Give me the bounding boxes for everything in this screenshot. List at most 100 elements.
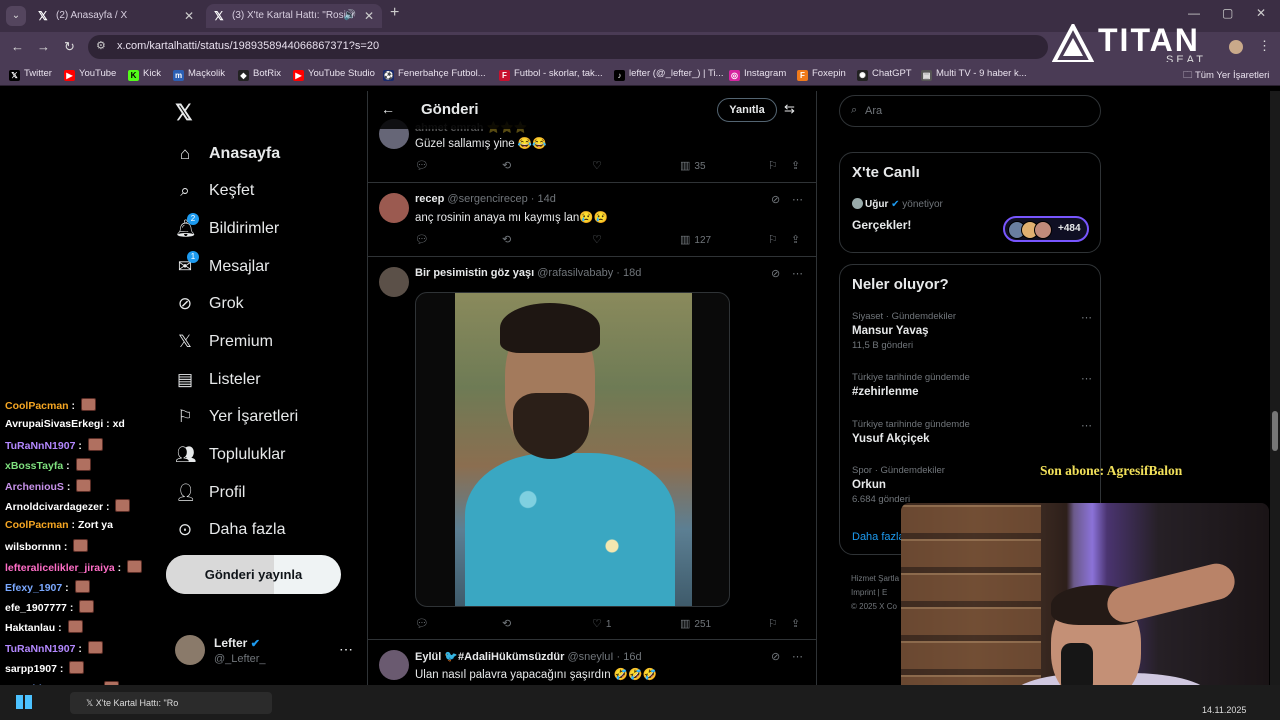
bookmark-kick[interactable]: K Kick bbox=[128, 68, 161, 81]
footer-link[interactable]: Hizmet Şartla bbox=[851, 572, 899, 586]
windows-start-icon[interactable] bbox=[16, 695, 32, 709]
more-dots-icon[interactable]: ⋯ bbox=[1081, 311, 1092, 324]
views-icon[interactable]: ▥ 251 bbox=[680, 617, 711, 630]
forward-arrow-icon[interactable]: → bbox=[37, 39, 50, 54]
repost-icon[interactable]: ⟲ bbox=[502, 233, 511, 246]
taskbar-browser-item[interactable]: 𝕏 X'te Kartal Hattı: "Ro bbox=[70, 692, 272, 714]
site-info-icon[interactable]: ⚙ bbox=[96, 39, 106, 52]
share-icon[interactable]: ⇪ bbox=[791, 617, 800, 630]
tweet-item[interactable]: recep @sergencirecep · 14d ⊘ ⋯ anç rosin… bbox=[368, 183, 816, 257]
bookmark-icon[interactable]: ⚐ bbox=[768, 233, 778, 246]
close-icon[interactable]: ✕ bbox=[364, 4, 374, 28]
filter-icon[interactable]: ⇆ bbox=[784, 101, 795, 117]
tab-anasayfa[interactable]: 𝕏 (2) Anasayfa / X ✕ bbox=[30, 4, 202, 28]
search-box[interactable]: ⌕ bbox=[839, 95, 1101, 127]
grok-icon[interactable]: ⊘ bbox=[771, 193, 780, 206]
trend-item[interactable]: Türkiye tarihinde gündemde Yusuf Akçiçek… bbox=[852, 419, 1092, 445]
repost-icon[interactable]: ⟲ bbox=[502, 159, 511, 172]
bookmark-chatgpt[interactable]: ✺ ChatGPT bbox=[857, 68, 912, 81]
live-listeners-pill[interactable]: +484 bbox=[1003, 216, 1089, 242]
bookmark-fenerbahce[interactable]: ⚽ Fenerbahçe Futbol... bbox=[383, 68, 486, 81]
all-bookmarks-folder[interactable]: 🗀 Tüm Yer İşaretleri bbox=[1183, 68, 1269, 84]
avatar[interactable] bbox=[379, 267, 409, 297]
share-icon[interactable]: ⇪ bbox=[791, 233, 800, 246]
nav-kesfet[interactable]: ⌕ Keşfet bbox=[175, 179, 254, 203]
live-host[interactable]: Uğur ✔ yönetiyor bbox=[852, 198, 943, 210]
tweet-video[interactable] bbox=[415, 292, 730, 607]
maximize-icon[interactable]: ▢ bbox=[1222, 6, 1233, 20]
tweet-author[interactable]: Bir pesimistin göz yaşı @rafasilvababy ·… bbox=[415, 267, 641, 279]
live-space-title[interactable]: Gerçekler! bbox=[852, 218, 911, 232]
repost-icon[interactable]: ⟲ bbox=[502, 617, 511, 630]
page-scrollbar[interactable] bbox=[1270, 91, 1280, 685]
trend-item[interactable]: Siyaset · Gündemdekiler Mansur Yavaş 11,… bbox=[852, 311, 1092, 351]
bookmark-icon[interactable]: ⚐ bbox=[768, 159, 778, 172]
reply-button[interactable]: Yanıtla bbox=[717, 98, 777, 122]
nav-daha-fazla[interactable]: ⊙ Daha fazla bbox=[175, 518, 286, 542]
tab-search-button[interactable]: ⌄ bbox=[6, 6, 26, 26]
speaker-icon[interactable]: 🔊 bbox=[344, 4, 356, 28]
bookmark-youtube[interactable]: ▶ YouTube bbox=[64, 68, 116, 81]
like-icon[interactable]: ♡ 1 bbox=[592, 617, 611, 630]
account-switcher[interactable]: Lefter ✔ @_Lefter_ ⋯ bbox=[175, 635, 355, 669]
bookmark-twitter[interactable]: 𝕏 Twitter bbox=[9, 68, 52, 81]
more-dots-icon[interactable]: ⋯ bbox=[792, 267, 803, 280]
more-dots-icon[interactable]: ⋯ bbox=[1081, 372, 1092, 385]
grok-icon[interactable]: ⊘ bbox=[771, 650, 780, 663]
bookmark-tiktok[interactable]: ♪ lefter (@_lefter_) | Ti... bbox=[614, 68, 723, 81]
trend-item[interactable]: Türkiye tarihinde gündemde #zehirlenme ⋯ bbox=[852, 372, 1092, 398]
avatar[interactable] bbox=[379, 193, 409, 223]
nav-listeler[interactable]: ▤ Listeler bbox=[175, 368, 261, 392]
grok-icon[interactable]: ⊘ bbox=[771, 267, 780, 280]
bookmark-instagram[interactable]: ◎ Instagram bbox=[729, 68, 786, 81]
bookmark-mackolik[interactable]: m Maçkolik bbox=[173, 68, 225, 81]
nav-grok[interactable]: ⊘ Grok bbox=[175, 292, 244, 316]
tweet-item[interactable]: Eylül 🐦#AdaliHükümsüzdür @sneyluI · 16d … bbox=[368, 640, 816, 685]
search-input[interactable] bbox=[865, 102, 1085, 120]
nav-bildirimler[interactable]: 🔔︎ 2 Bildirimler bbox=[175, 213, 279, 241]
reply-icon[interactable]: 💬︎ bbox=[415, 159, 429, 172]
bookmark-foxepin[interactable]: F Foxepin bbox=[797, 68, 846, 81]
back-arrow-icon[interactable]: ← bbox=[381, 101, 395, 117]
nav-anasayfa[interactable]: ⌂ Anasayfa bbox=[175, 142, 280, 166]
more-dots-icon[interactable]: ⋯ bbox=[1081, 419, 1092, 432]
tweet-author[interactable]: recep @sergencirecep · 14d bbox=[415, 193, 556, 205]
bookmark-youtube-studio[interactable]: ▶ YouTube Studio bbox=[293, 68, 375, 81]
footer-link[interactable]: Imprint | E bbox=[851, 586, 899, 600]
post-button[interactable]: Gönderi yayınla bbox=[166, 555, 341, 594]
tweet-item[interactable]: Bir pesimistin göz yaşı @rafasilvababy ·… bbox=[368, 257, 816, 640]
reload-icon[interactable]: ↻ bbox=[64, 39, 75, 55]
new-tab-button[interactable]: + bbox=[390, 4, 399, 22]
bookmark-botrix[interactable]: ◆ BotRix bbox=[238, 68, 281, 81]
browser-profile-avatar[interactable] bbox=[1229, 40, 1243, 54]
nav-mesajlar[interactable]: ✉ 1 Mesajlar bbox=[175, 251, 269, 279]
show-more-link[interactable]: Daha fazla bbox=[852, 531, 905, 543]
nav-yer-isaretleri[interactable]: ⚐ Yer İşaretleri bbox=[175, 405, 298, 429]
bookmark-flashscore[interactable]: F Futbol - skorlar, tak... bbox=[499, 68, 603, 81]
nav-premium[interactable]: 𝕏 Premium bbox=[175, 330, 273, 354]
more-dots-icon[interactable]: ⋯ bbox=[339, 641, 353, 658]
reply-icon[interactable]: 💬︎ bbox=[415, 617, 429, 630]
minimize-icon[interactable]: — bbox=[1188, 6, 1200, 20]
nav-topluluklar[interactable]: 👥︎ Topluluklar bbox=[175, 443, 285, 467]
reply-icon[interactable]: 💬︎ bbox=[415, 233, 429, 246]
bookmark-multitv[interactable]: ▤ Multi TV - 9 haber k... bbox=[921, 68, 1027, 81]
nav-profil[interactable]: 👤︎ Profil bbox=[175, 481, 245, 505]
browser-menu-icon[interactable]: ⋮ bbox=[1258, 38, 1271, 54]
bookmark-icon[interactable]: ⚐ bbox=[768, 617, 778, 630]
like-icon[interactable]: ♡ bbox=[592, 233, 602, 246]
avatar[interactable] bbox=[379, 650, 409, 680]
more-dots-icon[interactable]: ⋯ bbox=[792, 193, 803, 206]
url-bar[interactable]: ⚙ x.com/kartalhatti/status/1989358944066… bbox=[88, 35, 1048, 59]
x-logo-icon[interactable]: 𝕏 bbox=[175, 100, 193, 126]
close-icon[interactable]: ✕ bbox=[184, 4, 194, 28]
like-icon[interactable]: ♡ bbox=[592, 159, 602, 172]
close-window-icon[interactable]: ✕ bbox=[1256, 6, 1266, 20]
tab-kartal-hatti[interactable]: 𝕏 (3) X'te Kartal Hattı: "Rosier 🔊 ✕ bbox=[206, 4, 382, 28]
views-icon[interactable]: ▥ 127 bbox=[680, 233, 711, 246]
more-dots-icon[interactable]: ⋯ bbox=[792, 650, 803, 663]
scrollbar-thumb[interactable] bbox=[1272, 411, 1278, 451]
back-arrow-icon[interactable]: ← bbox=[11, 39, 24, 54]
views-icon[interactable]: ▥ 35 bbox=[680, 159, 706, 172]
share-icon[interactable]: ⇪ bbox=[791, 159, 800, 172]
